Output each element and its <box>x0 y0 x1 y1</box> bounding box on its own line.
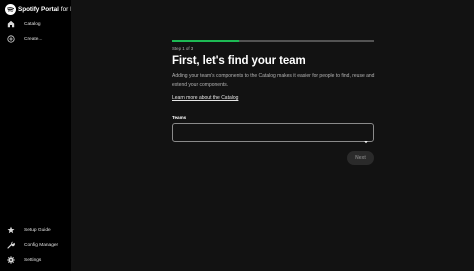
teams-select[interactable] <box>172 123 374 144</box>
star-icon <box>7 226 15 234</box>
learn-more-link[interactable]: Learn more about the Catalog <box>172 95 238 101</box>
sidebar-item-setup-guide[interactable]: Setup Guide <box>0 223 71 237</box>
sidebar-item-label: Config Manager <box>24 242 59 248</box>
app-root: Spotify Portal for Backstage BETA Catalo… <box>0 0 474 271</box>
sidebar-item-label: Catalog <box>24 21 41 27</box>
sidebar-item-settings[interactable]: Settings <box>0 253 71 267</box>
next-button[interactable]: Next <box>347 151 374 165</box>
spotify-logo-icon <box>5 3 16 15</box>
sidebar-item-label: Setup Guide <box>24 227 51 233</box>
description-text: Adding your team's components to the Cat… <box>172 73 375 88</box>
sidebar-item-catalog[interactable]: Catalog <box>0 17 71 31</box>
wrench-icon <box>7 241 15 249</box>
gear-icon <box>7 256 15 264</box>
sidebar: Spotify Portal for Backstage BETA Catalo… <box>0 0 119 271</box>
progress-fill <box>172 40 239 42</box>
home-icon <box>7 20 15 28</box>
sidebar-item-create[interactable]: Create... <box>0 32 71 46</box>
caret-down-icon <box>364 131 368 144</box>
main-content: Step 1 of 3 First, let's find your team … <box>71 0 474 271</box>
sidebar-item-label: Settings <box>24 257 42 263</box>
next-button-label: Next <box>355 155 366 161</box>
page-title: First, let's find your team <box>172 55 306 67</box>
progress-bar <box>172 40 374 42</box>
sidebar-item-config-manager[interactable]: Config Manager <box>0 238 71 252</box>
plus-circle-icon <box>7 35 15 43</box>
step-label: Step 1 of 3 <box>172 46 194 51</box>
brand-name: Spotify Portal <box>18 5 59 13</box>
teams-label: Teams <box>172 115 187 120</box>
sidebar-item-label: Create... <box>24 36 43 42</box>
